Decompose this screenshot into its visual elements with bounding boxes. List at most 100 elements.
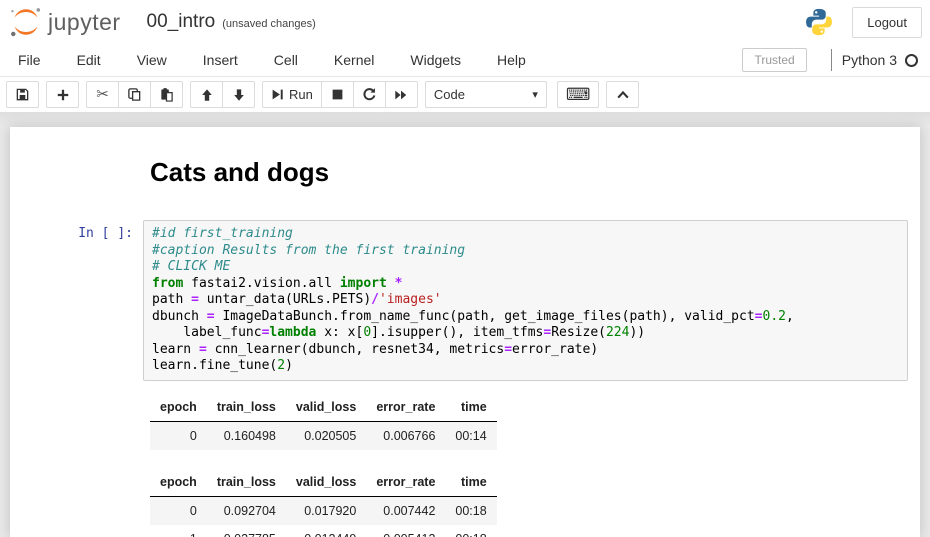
move-cell-up-button[interactable] — [190, 81, 223, 108]
code-input-area[interactable]: #id first_training#caption Results from … — [143, 220, 908, 381]
table-cell: 0.017920 — [286, 496, 366, 525]
table-cell: 0.027785 — [207, 525, 286, 537]
keyboard-icon: ⌨ — [566, 85, 591, 105]
run-step-forward-icon — [271, 88, 284, 101]
cell-type-value: Code — [434, 87, 465, 102]
notebook-container: Cats and dogs In [ ]: #id first_training… — [10, 127, 920, 537]
jupyter-logo-icon — [8, 6, 44, 38]
column-header: error_rate — [366, 395, 445, 422]
save-icon — [15, 87, 30, 102]
code-line: path = untar_data(URLs.PETS)/'images' — [152, 292, 899, 309]
menubar: FileEditViewInsertCellKernelWidgetsHelp … — [0, 44, 930, 77]
markdown-cell[interactable]: Cats and dogs — [10, 145, 920, 194]
refresh-icon — [362, 87, 377, 102]
plus-icon — [56, 88, 70, 102]
markdown-heading: Cats and dogs — [150, 157, 908, 188]
interrupt-kernel-button[interactable] — [321, 81, 354, 108]
code-cell: In [ ]: #id first_training#caption Resul… — [10, 220, 920, 381]
column-header: time — [445, 395, 496, 422]
menu-item-cell[interactable]: Cell — [264, 45, 312, 75]
column-header: epoch — [150, 470, 207, 497]
menu-item-edit[interactable]: Edit — [67, 45, 115, 75]
move-cell-down-button[interactable] — [222, 81, 255, 108]
menu-item-insert[interactable]: Insert — [193, 45, 252, 75]
table-cell: 00:18 — [445, 496, 496, 525]
table-cell: 0.160498 — [207, 421, 286, 450]
menu-item-help[interactable]: Help — [487, 45, 540, 75]
toolbar: ✂ Run — [0, 77, 930, 112]
column-header: train_loss — [207, 470, 286, 497]
checkpoint-status: (unsaved changes) — [222, 18, 316, 30]
menubar-items: File Edit View Insert Cell Kernel Widgets Help — [8, 45, 552, 75]
table-cell: 0.005413 — [366, 525, 445, 537]
scroll-up-button[interactable] — [606, 81, 639, 108]
header-bar: jupyter 00_intro (unsaved changes) Logou… — [0, 0, 930, 44]
fast-forward-icon — [394, 88, 408, 102]
table-cell: 0 — [150, 421, 207, 450]
table-row: 00.0927040.0179200.00744200:18 — [150, 496, 497, 525]
run-button-label: Run — [289, 87, 313, 102]
arrow-up-icon — [200, 88, 214, 102]
run-button[interactable]: Run — [262, 81, 322, 108]
chevron-down-icon: ▾ — [532, 88, 538, 101]
code-line: dbunch = ImageDataBunch.from_name_func(p… — [152, 309, 899, 326]
code-line: learn = cnn_learner(dbunch, resnet34, me… — [152, 342, 899, 359]
save-button[interactable] — [6, 81, 39, 108]
code-line: #caption Results from the first training — [152, 243, 899, 260]
table-cell: 00:14 — [445, 421, 496, 450]
table-cell: 1 — [150, 525, 207, 537]
code-line: label_func=lambda x: x[0].isupper(), ite… — [152, 325, 899, 342]
code-line: from fastai2.vision.all import * — [152, 276, 899, 293]
python-logo-icon — [804, 7, 834, 37]
cut-cell-button[interactable]: ✂ — [86, 81, 119, 108]
logout-button[interactable]: Logout — [852, 7, 922, 38]
code-line: #id first_training — [152, 226, 899, 243]
table-cell: 0.020505 — [286, 421, 366, 450]
paste-cell-button[interactable] — [150, 81, 183, 108]
menubar-divider — [831, 49, 832, 71]
table-cell: 0.006766 — [366, 421, 445, 450]
column-header: valid_loss — [286, 395, 366, 422]
table-cell: 00:18 — [445, 525, 496, 537]
restart-run-all-button[interactable] — [385, 81, 418, 108]
stop-icon — [331, 88, 344, 101]
notebook-title[interactable]: 00_intro — [147, 11, 216, 33]
notebook-background: Cats and dogs In [ ]: #id first_training… — [0, 112, 930, 537]
training-results-table: epochtrain_lossvalid_losserror_ratetime0… — [150, 395, 497, 450]
kernel-name: Python 3 — [842, 52, 897, 68]
output-area: epochtrain_lossvalid_losserror_ratetime0… — [10, 395, 920, 537]
paste-icon — [159, 87, 174, 102]
table-header-row: epochtrain_lossvalid_losserror_ratetime — [150, 470, 497, 497]
code-editor[interactable]: #id first_training#caption Results from … — [152, 226, 899, 375]
code-line: # CLICK ME — [152, 259, 899, 276]
menu-item-file[interactable]: File — [8, 45, 55, 75]
restart-kernel-button[interactable] — [353, 81, 386, 108]
cell-type-dropdown[interactable]: Code ▾ — [425, 81, 547, 108]
column-header: time — [445, 470, 496, 497]
menu-item-kernel[interactable]: Kernel — [324, 45, 388, 75]
table-row: 10.0277850.0124490.00541300:18 — [150, 525, 497, 537]
column-header: error_rate — [366, 470, 445, 497]
column-header: epoch — [150, 395, 207, 422]
copy-cell-button[interactable] — [118, 81, 151, 108]
column-header: valid_loss — [286, 470, 366, 497]
command-palette-button[interactable]: ⌨ — [557, 81, 600, 108]
copy-icon — [127, 87, 142, 102]
input-prompt: In [ ]: — [10, 220, 143, 241]
table-cell: 0 — [150, 496, 207, 525]
chevron-up-icon — [616, 88, 630, 102]
menu-item-widgets[interactable]: Widgets — [400, 45, 475, 75]
table-cell: 0.092704 — [207, 496, 286, 525]
arrow-down-icon — [232, 88, 246, 102]
code-line: learn.fine_tune(2) — [152, 358, 899, 375]
column-header: train_loss — [207, 395, 286, 422]
jupyter-logo-text: jupyter — [48, 9, 121, 36]
jupyter-logo[interactable]: jupyter — [8, 6, 121, 38]
insert-cell-button[interactable] — [46, 81, 79, 108]
trusted-badge[interactable]: Trusted — [742, 48, 806, 72]
table-header-row: epochtrain_lossvalid_losserror_ratetime — [150, 395, 497, 422]
table-cell: 0.012449 — [286, 525, 366, 537]
menu-item-view[interactable]: View — [127, 45, 181, 75]
table-cell: 0.007442 — [366, 496, 445, 525]
kernel-idle-icon — [905, 54, 918, 67]
